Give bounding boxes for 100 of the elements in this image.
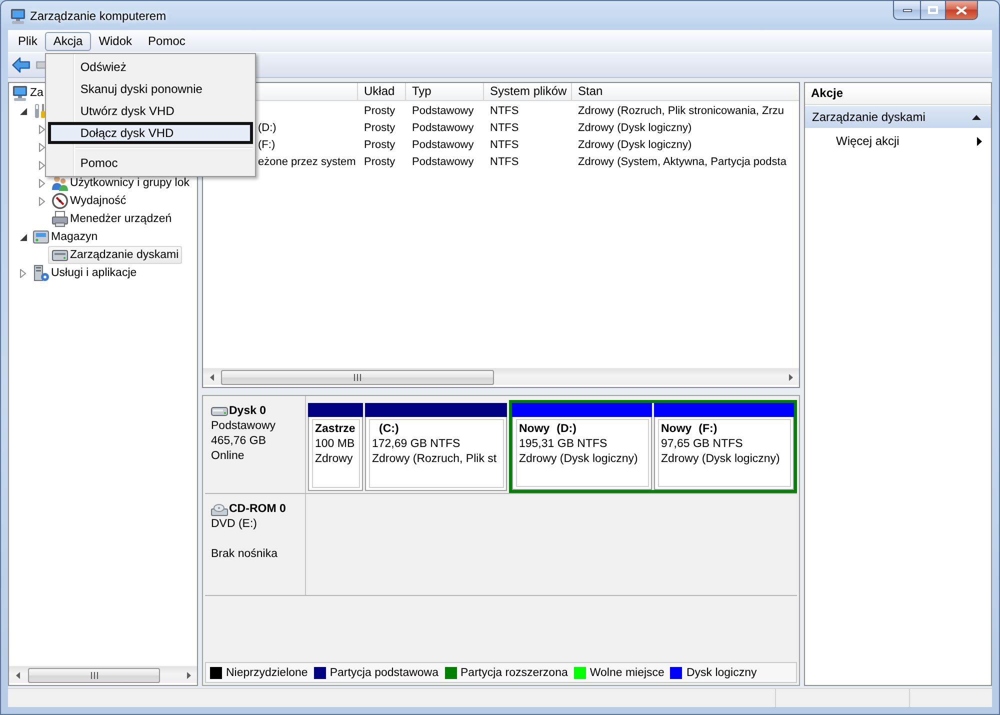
- file-system-text: NTFS: [490, 138, 519, 150]
- expand-triangle-icon[interactable]: [39, 196, 45, 206]
- expand-triangle-icon[interactable]: [39, 160, 45, 170]
- file-system-text: NTFS: [490, 122, 519, 134]
- disk-drive-icon: [52, 247, 68, 263]
- drive-letter: (C:): [379, 423, 399, 435]
- menu-option[interactable]: Odśwież: [48, 56, 254, 78]
- disk-size: 465,76 GB: [211, 434, 267, 449]
- menu-item[interactable]: Akcja: [45, 32, 91, 50]
- scrollbar-thumb[interactable]: [28, 668, 160, 682]
- partition-details: 97,65 GB NTFS: [661, 437, 744, 452]
- column-header[interactable]: Typ: [406, 83, 484, 100]
- partition-name: Zastrze: [315, 423, 356, 435]
- volume-name: (D:): [258, 122, 276, 134]
- partition-status: Zdrowy (Rozruch, Plik st: [372, 452, 498, 467]
- actions-section-header[interactable]: Zarządzanie dyskami: [805, 106, 991, 128]
- collapse-triangle-icon[interactable]: [20, 108, 26, 114]
- horizontal-scrollbar[interactable]: [203, 368, 799, 385]
- printer-icon: [52, 211, 68, 227]
- expand-triangle-icon[interactable]: [39, 142, 45, 152]
- computer-icon: [12, 85, 28, 101]
- grip-icon: [90, 672, 98, 678]
- computer-icon: [10, 8, 26, 24]
- partition-details: 172,69 GB NTFS: [372, 437, 462, 452]
- hard-drive-icon: [211, 407, 228, 416]
- partition-status: Zdrowy: [315, 452, 354, 467]
- storage-icon: [33, 229, 49, 245]
- status-text: Zdrowy (System, Aktywna, Partycja podsta: [578, 156, 786, 168]
- right-triangle-icon[interactable]: [788, 374, 792, 380]
- gauge-icon: [52, 193, 68, 209]
- cd-drive-icon: [211, 504, 228, 516]
- layout-text: Prosty: [364, 138, 396, 150]
- users-icon: [52, 175, 68, 191]
- layout-text: Prosty: [364, 122, 396, 134]
- grip-icon: [354, 374, 361, 380]
- partition-status: Zdrowy (Dysk logiczny): [519, 452, 639, 467]
- partition-name: Nowy: [661, 423, 692, 435]
- partition-type-text: Podstawowy: [412, 138, 474, 150]
- left-arrow-icon[interactable]: [12, 57, 30, 73]
- disk-type: Podstawowy: [211, 419, 277, 434]
- drive-letter: (F:): [698, 423, 718, 435]
- menu-item[interactable]: Widok: [90, 32, 140, 50]
- expand-triangle-icon[interactable]: [20, 268, 26, 278]
- partition-details: 100 MB: [315, 437, 356, 452]
- column-header[interactable]: System plików: [484, 83, 572, 100]
- tree-item[interactable]: Zarządzanie dyskami: [48, 246, 182, 264]
- server-gear-icon: [33, 265, 49, 281]
- file-system-text: NTFS: [490, 104, 519, 116]
- tree-item[interactable]: Magazyn: [29, 228, 101, 246]
- status-text: Zdrowy (Dysk logiczny): [578, 122, 692, 134]
- menu-option[interactable]: Utwórz dysk VHD: [48, 100, 254, 122]
- expand-triangle-icon[interactable]: [39, 124, 45, 134]
- tree-item[interactable]: Usługi i aplikacje: [29, 264, 140, 282]
- scrollbar-thumb[interactable]: [221, 370, 494, 384]
- status-text: Zdrowy (Dysk logiczny): [578, 138, 692, 150]
- disk-type: DVD (E:): [211, 517, 258, 532]
- legend-label: Wolne miejsce: [590, 666, 664, 678]
- layout-text: Prosty: [364, 156, 396, 168]
- tree-item[interactable]: Wydajność: [48, 192, 130, 210]
- menu-option[interactable]: Skanuj dyski ponownie: [48, 78, 254, 100]
- partition-name: Nowy: [519, 423, 550, 435]
- disk-status: Online: [211, 449, 246, 464]
- disk-name: Dysk 0: [229, 404, 266, 419]
- action-link[interactable]: Więcej akcji: [805, 130, 991, 152]
- tree-item[interactable]: Użytkownicy i grupy lok: [48, 174, 193, 192]
- partition-type-text: Podstawowy: [412, 122, 474, 134]
- menu-option[interactable]: Dołącz dysk VHD: [48, 122, 254, 144]
- partition-type-text: Podstawowy: [412, 156, 474, 168]
- expand-triangle-icon[interactable]: [39, 178, 45, 188]
- disk-status: Brak nośnika: [211, 547, 278, 562]
- menu-item[interactable]: Pomoc: [140, 32, 194, 50]
- legend-label: Nieprzydzielone: [226, 666, 308, 678]
- partition-bar: [308, 403, 363, 417]
- volume-name: (F:): [258, 138, 276, 150]
- column-header[interactable]: Układ: [358, 83, 406, 100]
- maximize-button[interactable]: [920, 0, 946, 20]
- layout-text: Prosty: [364, 104, 396, 116]
- partition-type-text: Podstawowy: [412, 104, 474, 116]
- legend-label: Partycja rozszerzona: [460, 666, 568, 678]
- left-triangle-icon[interactable]: [210, 374, 214, 380]
- window-title: Zarządzanie komputerem: [30, 8, 166, 25]
- tree-item[interactable]: Menedżer urządzeń: [48, 210, 175, 228]
- maximize-icon: [928, 6, 938, 14]
- horizontal-scrollbar[interactable]: [9, 666, 197, 683]
- collapse-triangle-icon[interactable]: [20, 234, 26, 240]
- tree-item[interactable]: Za: [9, 84, 46, 102]
- left-triangle-icon[interactable]: [16, 672, 20, 678]
- right-triangle-icon[interactable]: [186, 672, 190, 678]
- close-button[interactable]: [946, 0, 978, 20]
- volume-name: eżone przez system: [258, 156, 356, 168]
- menu-option[interactable]: Pomoc: [48, 152, 254, 174]
- column-header[interactable]: Stan: [572, 83, 799, 100]
- partition-status: Zdrowy (Dysk logiczny): [661, 452, 781, 467]
- legend-label: Dysk logiczny: [686, 666, 757, 678]
- menu-item[interactable]: Plik: [10, 32, 46, 50]
- file-system-text: NTFS: [490, 156, 519, 168]
- legend-label: Partycja podstawowa: [330, 666, 438, 678]
- minimize-button[interactable]: [893, 0, 920, 20]
- up-triangle-icon[interactable]: [972, 114, 981, 120]
- drive-letter: (D:): [556, 423, 576, 435]
